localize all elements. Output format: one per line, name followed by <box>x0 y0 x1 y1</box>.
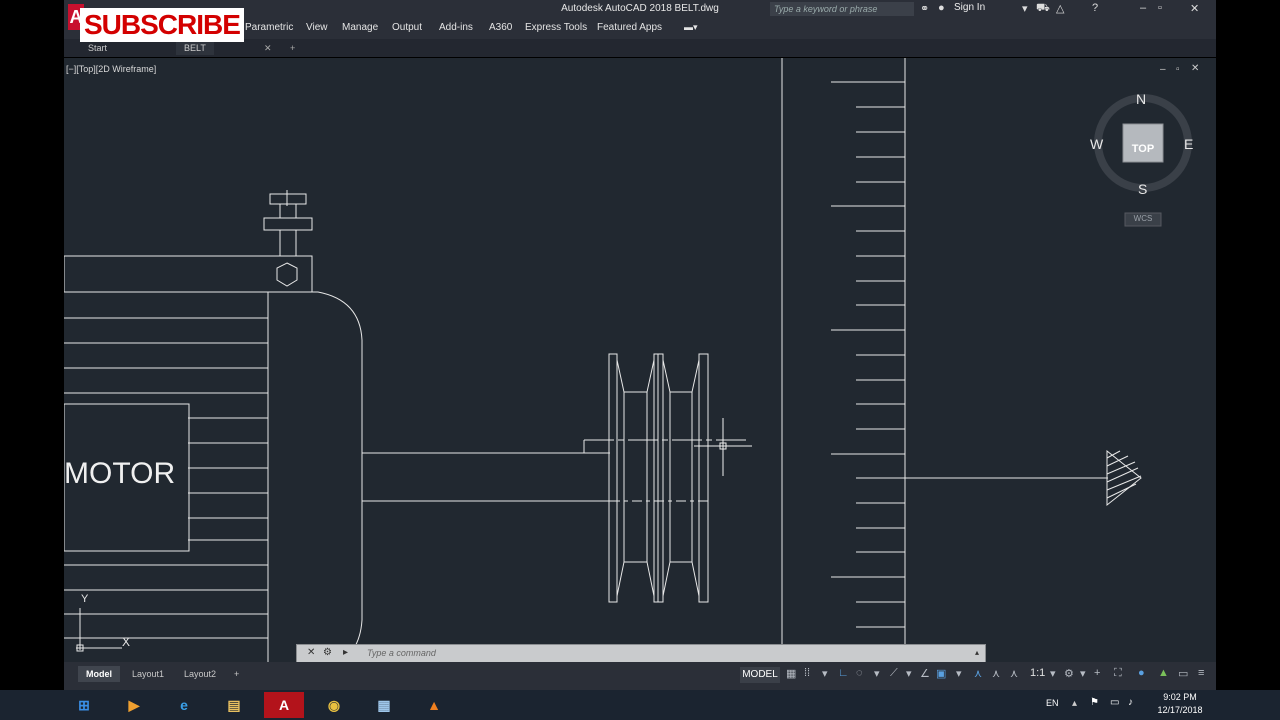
viewcube-west[interactable]: W <box>1090 136 1103 152</box>
tab-featured-apps[interactable]: Featured Apps <box>597 22 662 33</box>
snap-dropdown-icon[interactable]: ▾ <box>822 667 828 680</box>
clock-time[interactable]: 9:02 PM <box>1150 692 1210 702</box>
windows-taskbar: ⊞ ▶ e ▤ A ◉ ▦ ▲ <box>0 690 1280 720</box>
vlc-icon[interactable]: ▲ <box>414 692 454 718</box>
tab-parametric[interactable]: Parametric <box>245 22 293 33</box>
language-indicator[interactable]: EN <box>1046 698 1059 708</box>
auto-scale-icon[interactable]: ⋏ <box>992 667 1000 680</box>
tab-manage[interactable]: Manage <box>342 22 378 33</box>
wrench-icon[interactable]: ⚙ <box>323 647 332 658</box>
subscribe-badge: SUBSCRIBE <box>80 8 244 42</box>
arrow-head <box>1106 449 1142 507</box>
hardware-acceleration-icon[interactable]: ▲ <box>1158 667 1169 679</box>
drawing-viewport[interactable]: [−][Top][2D Wireframe] – ▫ ✕ MOTOR TOP N… <box>64 58 1216 662</box>
layout-status-bar: Model Layout1 Layout2 + MODEL ▦ ⁞⁞ ▾ ∟ ◌… <box>64 662 1216 690</box>
model-space-button[interactable]: MODEL <box>740 667 780 683</box>
close-tab-icon[interactable]: ✕ <box>256 41 280 55</box>
annotation-visibility-icon[interactable]: ⋏ <box>974 667 982 680</box>
binoculars-icon[interactable]: ⚭ <box>920 2 929 15</box>
tab-layout1[interactable]: Layout1 <box>124 666 172 682</box>
start-button-icon[interactable]: ⊞ <box>64 692 104 718</box>
crosshair-cursor <box>694 418 752 476</box>
osnap-tracking-icon[interactable]: ∠ <box>920 667 930 680</box>
maximize-icon[interactable]: ▫ <box>1158 2 1162 14</box>
viewcube-south[interactable]: S <box>1138 181 1147 197</box>
left-black-bar <box>0 0 64 690</box>
autocad-taskbar-icon[interactable]: A <box>264 692 304 718</box>
ucs-x-label: X <box>122 635 131 649</box>
close-command-icon[interactable]: ✕ <box>307 647 315 658</box>
pulley-drawing <box>608 353 709 603</box>
sign-in-button[interactable]: Sign In <box>954 2 985 13</box>
dropdown-icon[interactable]: ▾ <box>1022 2 1028 15</box>
tab-output[interactable]: Output <box>392 22 422 33</box>
clean-screen-icon[interactable]: ▭ <box>1178 667 1188 680</box>
osnap-dropdown-icon[interactable]: ▾ <box>956 667 962 680</box>
annotation-monitor-icon[interactable]: + <box>1094 667 1100 679</box>
action-center-flag-icon[interactable]: ⚑ <box>1090 697 1099 708</box>
internet-explorer-icon[interactable]: e <box>164 692 204 718</box>
search-input[interactable]: Type a keyword or phrase <box>770 2 914 16</box>
command-input[interactable]: Type a command <box>367 648 436 658</box>
tab-express-tools[interactable]: Express Tools <box>525 22 587 33</box>
drawing-svg <box>64 58 1192 662</box>
close-icon[interactable]: ✕ <box>1190 2 1199 15</box>
network-icon[interactable]: ▭ <box>1110 697 1119 708</box>
isodraft-icon[interactable]: ⟋ <box>890 667 898 680</box>
isodraft-dropdown-icon[interactable]: ▾ <box>906 667 912 680</box>
workspace-gear-icon[interactable]: ⚙ <box>1064 667 1074 680</box>
calculator-icon[interactable]: ▦ <box>364 692 404 718</box>
workspace-dropdown-icon[interactable]: ▾ <box>1080 667 1086 680</box>
viewcube-top-label[interactable]: TOP <box>1123 143 1163 155</box>
user-icon[interactable]: ● <box>938 2 945 14</box>
ribbon-toggle-icon[interactable]: ▬▾ <box>684 22 698 33</box>
osnap-icon[interactable]: ▣ <box>936 667 946 680</box>
file-tab-belt[interactable]: BELT <box>176 41 214 55</box>
polar-dropdown-icon[interactable]: ▾ <box>874 667 880 680</box>
file-tab-start[interactable]: Start <box>80 41 115 55</box>
annotation-scale-value[interactable]: 1:1 <box>1030 667 1045 679</box>
annotation-scale-icon[interactable]: ⋏ <box>1010 667 1018 680</box>
add-layout-icon[interactable]: + <box>226 666 247 682</box>
command-line: ✕ ⚙ ▸ Type a command ▴ <box>296 644 986 664</box>
volume-icon[interactable]: ♪ <box>1128 697 1133 708</box>
command-prompt-icon[interactable]: ▸ <box>343 647 348 658</box>
tab-a360[interactable]: A360 <box>489 22 512 33</box>
command-history-icon[interactable]: ▴ <box>975 648 979 657</box>
grid-icon[interactable]: ▦ <box>786 667 796 680</box>
tray-up-arrow-icon[interactable]: ▴ <box>1072 698 1077 709</box>
tab-add-ins[interactable]: Add-ins <box>439 22 473 33</box>
ortho-icon[interactable]: ∟ <box>838 667 849 679</box>
file-explorer-icon[interactable]: ▤ <box>214 692 254 718</box>
media-player-icon[interactable]: ▶ <box>114 692 154 718</box>
motor-label: MOTOR <box>64 457 176 490</box>
new-tab-icon[interactable]: + <box>282 41 303 55</box>
cart-icon[interactable]: ⛟ <box>1036 2 1050 16</box>
right-black-bar <box>1216 0 1280 690</box>
triangle-icon[interactable]: △ <box>1056 2 1064 15</box>
tab-model[interactable]: Model <box>78 666 120 682</box>
scale-dropdown-icon[interactable]: ▾ <box>1050 667 1056 680</box>
customization-icon[interactable]: ≡ <box>1198 667 1204 679</box>
help-icon[interactable]: ? <box>1092 2 1098 14</box>
units-icon[interactable]: ⛶ <box>1114 667 1122 680</box>
clock-date[interactable]: 12/17/2018 <box>1150 705 1210 715</box>
ucs-y-label: Y <box>81 593 89 605</box>
tab-view[interactable]: View <box>306 22 328 33</box>
tab-layout2[interactable]: Layout2 <box>176 666 224 682</box>
viewcube <box>1094 94 1192 227</box>
chrome-icon[interactable]: ◉ <box>314 692 354 718</box>
wcs-menu[interactable]: WCS <box>1125 214 1161 223</box>
polar-icon[interactable]: ◌ <box>856 667 863 679</box>
viewcube-north[interactable]: N <box>1136 91 1146 107</box>
isolate-objects-icon[interactable]: ● <box>1138 667 1145 679</box>
viewcube-east[interactable]: E <box>1184 136 1193 152</box>
snap-icon[interactable]: ⁞⁞ <box>804 667 810 679</box>
minimize-icon[interactable]: – <box>1140 2 1146 14</box>
ruler-drawing <box>831 58 1108 662</box>
